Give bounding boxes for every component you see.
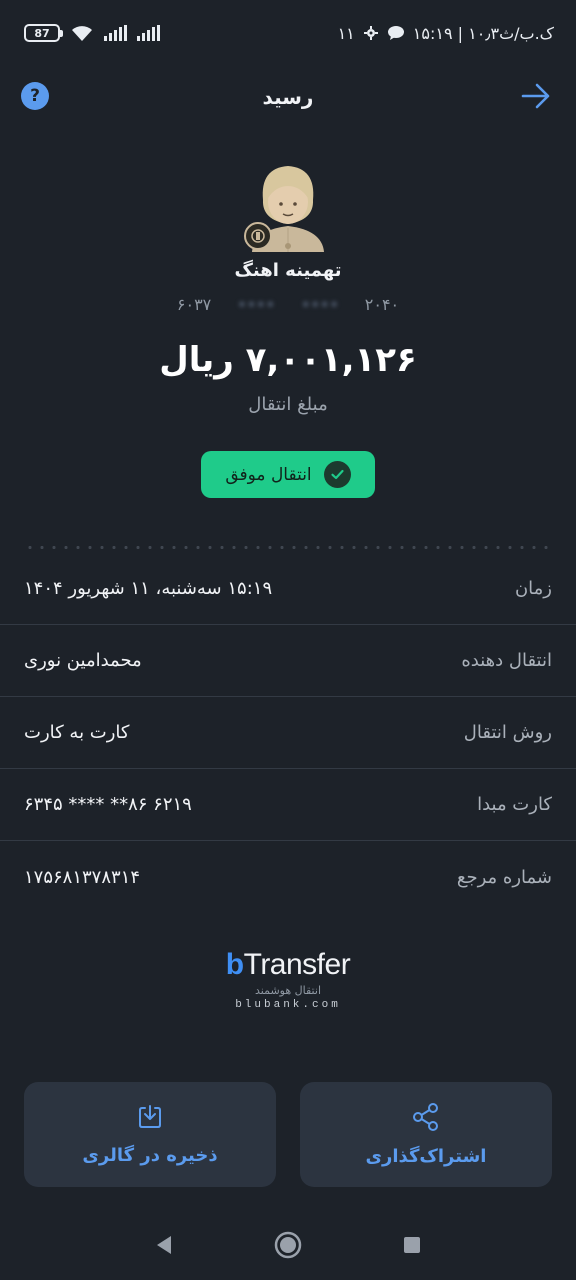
navigation-bar — [0, 1218, 576, 1272]
battery-indicator: 87 — [24, 24, 63, 42]
back-button[interactable] — [520, 81, 552, 111]
card-hidden-digits: •••• — [237, 295, 275, 314]
details-list: ۱۵:۱۹ سه‌شنبه، ۱۱ شهریور ۱۴۰۴ زمان محمدا… — [0, 553, 576, 913]
share-icon — [413, 1103, 438, 1131]
detail-value: ۱۷۵۶۸۱۳۷۸۳۱۴ — [24, 866, 141, 888]
brand-letter: b — [225, 948, 244, 981]
recipient-card-number: ۶۰۳۷ •••• •••• ۲۰۴۰ — [0, 295, 576, 314]
detail-row-method: کارت به کارت روش انتقال — [0, 697, 576, 769]
recents-nav-icon[interactable] — [402, 1235, 422, 1255]
battery-level: 87 — [34, 26, 50, 40]
transfer-amount-label: مبلغ انتقال — [248, 394, 328, 415]
detail-label: روش انتقال — [463, 722, 552, 743]
back-nav-icon[interactable] — [154, 1234, 174, 1256]
brand-wordmark: bTransfer — [0, 948, 576, 982]
check-icon — [323, 461, 351, 488]
status-bar-right: ۱۱ ۱۵:۱۹ | ۱۰٫۳ک.ب/ث — [338, 24, 554, 43]
save-to-gallery-button[interactable]: ذخیره در گالری — [24, 1082, 276, 1187]
action-buttons: ذخیره در گالری اشتراک‌گذاری — [24, 1082, 552, 1187]
status-bar: 87 ۱۱ ۱۵:۱۹ | ۱۰٫۳ک.ب/ث — [0, 0, 576, 66]
notification-count: ۱۱ — [337, 23, 355, 43]
bank-logo-icon — [244, 222, 272, 250]
chat-notification-icon — [387, 26, 404, 40]
detail-label: کارت مبدا — [477, 794, 552, 815]
recipient-name: تهمینه اهنگ — [234, 260, 342, 281]
download-icon — [139, 1105, 161, 1128]
brand-url: blubank.com — [235, 999, 341, 1011]
save-button-label: ذخیره در گالری — [82, 1145, 218, 1166]
detail-value: محمدامین نوری — [24, 650, 142, 671]
brand-name: Transfer — [243, 948, 351, 981]
share-button[interactable]: اشتراک‌گذاری — [300, 1082, 552, 1187]
brand-subtitle: انتقال هوشمند — [255, 984, 321, 997]
arrow-right-icon — [521, 83, 550, 109]
detail-label: زمان — [514, 578, 552, 599]
page-title: رسید — [262, 85, 314, 109]
signal-icon-1 — [104, 25, 127, 41]
detail-row-source-card: ۶۳۴۵ **** **۸۶ ۶۲۱۹ کارت مبدا — [0, 769, 576, 841]
detail-label: شماره مرجع — [456, 866, 552, 888]
status-badge: انتقال موفق — [201, 451, 375, 498]
signal-icon-2 — [137, 25, 160, 41]
brand-logo: bTransfer انتقال هوشمند blubank.com — [0, 948, 576, 1011]
header: ? رسید — [0, 72, 576, 122]
network-speed-time: ۱۵:۱۹ | ۱۰٫۳ک.ب/ث — [412, 23, 554, 43]
detail-row-sender: محمدامین نوری انتقال دهنده — [0, 625, 576, 697]
status-bar-left: 87 — [24, 24, 160, 42]
detail-value: کارت به کارت — [24, 722, 130, 743]
settings-notification-icon — [363, 26, 378, 40]
help-icon: ? — [30, 86, 40, 106]
card-hidden-digits: •••• — [301, 295, 339, 314]
card-end-digits: ۲۰۴۰ — [364, 295, 400, 314]
divider — [24, 546, 552, 549]
detail-row-time: ۱۵:۱۹ سه‌شنبه، ۱۱ شهریور ۱۴۰۴ زمان — [0, 553, 576, 625]
detail-value: ۶۳۴۵ **** **۸۶ ۶۲۱۹ — [24, 794, 192, 815]
status-text: انتقال موفق — [225, 464, 312, 485]
detail-label: انتقال دهنده — [461, 650, 552, 671]
wifi-icon — [72, 26, 92, 41]
transfer-amount: ۷,۰۰۱,۱۲۶ ریال — [159, 340, 417, 380]
card-start-digits: ۶۰۳۷ — [176, 295, 212, 314]
share-button-label: اشتراک‌گذاری — [365, 1146, 487, 1167]
help-button[interactable]: ? — [21, 82, 49, 110]
detail-row-reference: ۱۷۵۶۸۱۳۷۸۳۱۴ شماره مرجع — [0, 841, 576, 913]
home-nav-icon[interactable] — [274, 1231, 302, 1259]
detail-value: ۱۵:۱۹ سه‌شنبه، ۱۱ شهریور ۱۴۰۴ — [24, 578, 273, 599]
